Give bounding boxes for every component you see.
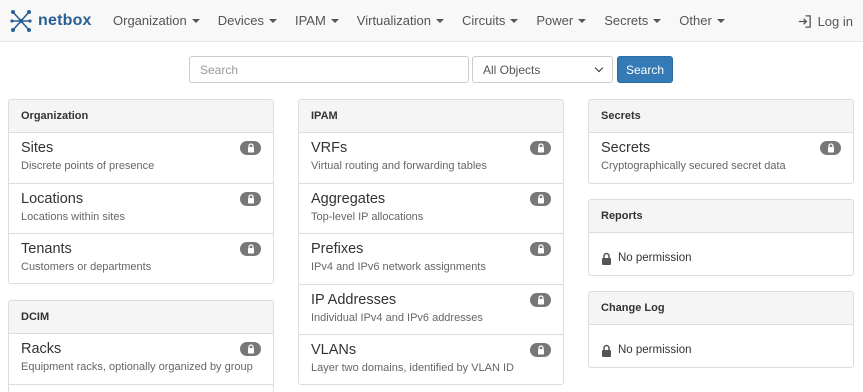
search-scope-value: All Objects bbox=[483, 62, 541, 77]
changelog-panel: Change Log No permission bbox=[588, 291, 854, 368]
item-title: Secrets bbox=[601, 140, 651, 156]
reports-panel: Reports No permission bbox=[588, 199, 854, 276]
item-title: Racks bbox=[21, 341, 62, 357]
item-description: Layer two domains, identified by VLAN ID bbox=[311, 362, 514, 374]
list-item-vrfs[interactable]: VRFs Virtual routing and forwarding tabl… bbox=[299, 133, 563, 184]
list-item-locations[interactable]: Locations Locations within sites bbox=[9, 184, 273, 234]
no-permission-message: No permission bbox=[589, 325, 853, 367]
list-item-aggregates[interactable]: Aggregates Top-level IP allocations bbox=[299, 184, 563, 234]
no-permission-text: No permission bbox=[618, 344, 692, 356]
caret-down-icon bbox=[330, 18, 339, 23]
caret-down-icon bbox=[578, 18, 587, 23]
lock-icon bbox=[240, 141, 261, 155]
login-icon bbox=[798, 14, 811, 28]
panel-title: Secrets bbox=[589, 100, 853, 133]
list-item-prefixes[interactable]: Prefixes IPv4 and IPv6 network assignmen… bbox=[299, 234, 563, 285]
item-description: Cryptographically secured secret data bbox=[601, 160, 786, 172]
item-title: Prefixes bbox=[311, 241, 364, 257]
caret-down-icon bbox=[510, 18, 519, 23]
no-permission-text: No permission bbox=[618, 252, 692, 264]
nav-label: Virtualization bbox=[356, 13, 431, 28]
item-description: Top-level IP allocations bbox=[311, 210, 424, 223]
list-item-secrets[interactable]: Secrets Cryptographically secured secret… bbox=[589, 133, 853, 183]
netbox-logo-icon bbox=[10, 10, 32, 32]
item-description: Virtual routing and forwarding tables bbox=[311, 160, 487, 172]
nav-label: Other bbox=[679, 13, 712, 28]
caret-down-icon bbox=[436, 18, 444, 23]
item-title: Locations bbox=[21, 190, 84, 207]
brand-logo[interactable]: netbox bbox=[9, 8, 92, 34]
caret-down-icon bbox=[653, 18, 662, 23]
nav-circuits-menu[interactable]: Circuits bbox=[453, 0, 527, 42]
list-item-vlans[interactable]: VLANs Layer two domains, identified by V… bbox=[299, 335, 563, 384]
nav-label: IPAM bbox=[294, 13, 326, 28]
nav-label: Devices bbox=[217, 13, 264, 28]
nav-label: Secrets bbox=[604, 13, 649, 28]
item-title: VLANs bbox=[311, 342, 357, 358]
nav-label: Organization bbox=[113, 13, 187, 28]
nav-ipam-menu[interactable]: IPAM bbox=[286, 0, 348, 42]
list-item-racks[interactable]: Racks Equipment racks, optionally organi… bbox=[9, 334, 273, 385]
panel-title: Change Log bbox=[589, 292, 853, 325]
panel-title: Organization bbox=[9, 100, 273, 133]
search-scope-select[interactable]: All Objects bbox=[472, 56, 613, 83]
panel-title: Reports bbox=[589, 200, 853, 233]
panel-title: DCIM bbox=[9, 301, 273, 334]
lock-icon bbox=[530, 292, 551, 307]
search-form: All Objects Search bbox=[189, 56, 673, 83]
item-description: IPv4 and IPv6 network assignments bbox=[311, 261, 486, 273]
no-permission-message: No permission bbox=[589, 233, 853, 275]
lock-icon bbox=[820, 141, 841, 155]
item-description: Customers or departments bbox=[21, 261, 152, 273]
panel-title: IPAM bbox=[299, 100, 563, 133]
item-title: Sites bbox=[21, 140, 54, 156]
main-menu: Organization Devices IPAM Virtualization… bbox=[104, 0, 734, 42]
top-navbar: netbox Organization Devices IPAM Virtual… bbox=[0, 0, 863, 42]
nav-devices-menu[interactable]: Devices bbox=[209, 0, 286, 42]
nav-power-menu[interactable]: Power bbox=[527, 0, 595, 42]
secrets-panel: Secrets Secrets Cryptographically secure… bbox=[588, 99, 854, 184]
dcim-panel: DCIM Racks Equipment racks, optionally o… bbox=[8, 300, 274, 392]
list-item-tenants[interactable]: Tenants Customers or departments bbox=[9, 234, 273, 283]
item-description: Locations within sites bbox=[21, 210, 125, 223]
nav-label: Power bbox=[536, 13, 574, 28]
caret-down-icon bbox=[191, 18, 200, 23]
list-item-ip-addresses[interactable]: IP Addresses Individual IPv4 and IPv6 ad… bbox=[299, 285, 563, 335]
lock-icon bbox=[602, 344, 611, 357]
lock-icon bbox=[530, 141, 551, 155]
nav-other-menu[interactable]: Other bbox=[670, 0, 734, 42]
lock-icon bbox=[240, 342, 261, 356]
lock-icon bbox=[602, 252, 611, 265]
ipam-panel: IPAM VRFs Virtual routing and forwarding… bbox=[298, 99, 564, 385]
login-label: Log in bbox=[817, 13, 853, 29]
nav-virtualization-menu[interactable]: Virtualization bbox=[348, 0, 453, 42]
item-title: IP Addresses bbox=[311, 291, 397, 308]
lock-icon bbox=[530, 242, 551, 256]
lock-icon bbox=[530, 343, 551, 357]
lock-icon bbox=[240, 191, 261, 206]
nav-secrets-menu[interactable]: Secrets bbox=[595, 0, 670, 42]
organization-panel: Organization Sites Discrete points of pr… bbox=[8, 99, 274, 284]
nav-label: Circuits bbox=[462, 13, 506, 28]
caret-down-icon bbox=[716, 18, 725, 23]
item-description: Individual IPv4 and IPv6 addresses bbox=[311, 311, 483, 324]
nav-organization-menu[interactable]: Organization bbox=[104, 0, 209, 42]
caret-down-icon bbox=[268, 18, 277, 23]
item-description: Equipment racks, optionally organized by… bbox=[21, 361, 253, 373]
brand-name: netbox bbox=[38, 12, 92, 29]
item-title: Tenants bbox=[21, 241, 72, 257]
chevron-down-icon bbox=[594, 63, 604, 73]
item-description: Discrete points of presence bbox=[21, 160, 155, 172]
login-link[interactable]: Log in bbox=[797, 0, 853, 42]
item-title: Aggregates bbox=[311, 190, 386, 207]
item-title: VRFs bbox=[311, 140, 348, 156]
search-input[interactable] bbox=[189, 56, 469, 83]
lock-icon bbox=[240, 242, 261, 256]
search-button[interactable]: Search bbox=[617, 56, 673, 83]
lock-icon bbox=[530, 191, 551, 206]
list-item-sites[interactable]: Sites Discrete points of presence bbox=[9, 133, 273, 184]
